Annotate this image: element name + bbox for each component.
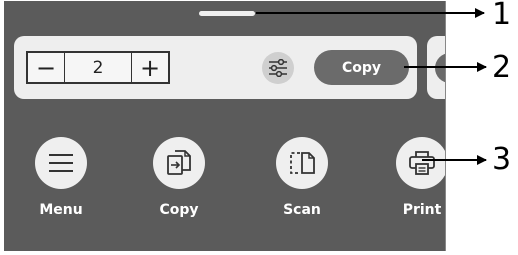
annotated-figure: − 2 + Copy Menu Copy Scan Print 1 2 3 [0,0,518,255]
callout-label-1: 1 [492,0,512,32]
callout-label-2: 2 [492,50,512,85]
callout-label-3: 3 [492,142,512,177]
callout-arrows [256,8,487,165]
